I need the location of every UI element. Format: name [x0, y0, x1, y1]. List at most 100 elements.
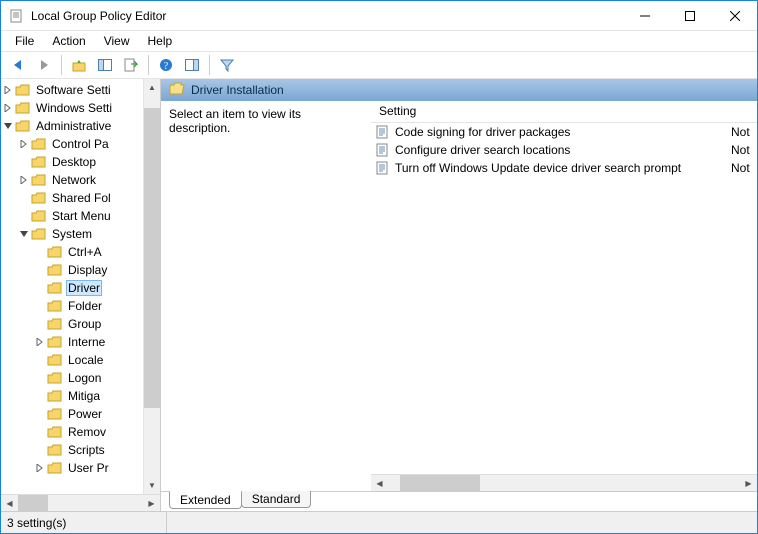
- content: Software Setti Windows Setti Administrativ…: [1, 79, 757, 511]
- folder-icon: [31, 191, 47, 205]
- tree-item[interactable]: Group: [1, 315, 143, 333]
- folder-icon: [15, 101, 31, 115]
- chevron-right-icon[interactable]: [33, 335, 47, 349]
- scroll-left-icon[interactable]: ◀: [1, 495, 18, 512]
- tree-item[interactable]: Desktop: [1, 153, 143, 171]
- tree-item[interactable]: Network: [1, 171, 143, 189]
- column-setting[interactable]: Setting: [371, 101, 757, 122]
- expander-placeholder: [33, 281, 47, 295]
- tree-item[interactable]: Logon: [1, 369, 143, 387]
- view-tabs: Extended Standard: [161, 491, 757, 511]
- toolbar-separator: [148, 55, 149, 75]
- tree-item-label: Interne: [66, 335, 107, 349]
- filter-button[interactable]: [216, 54, 238, 76]
- app-icon: [9, 8, 25, 24]
- tree-item-label: Display: [66, 263, 109, 277]
- scroll-left-icon[interactable]: ◀: [371, 475, 388, 492]
- tree-item-label: Driver: [66, 280, 102, 296]
- tree-item-label: Locale: [66, 353, 105, 367]
- tree-scroll[interactable]: Software Setti Windows Setti Administrativ…: [1, 79, 143, 494]
- description-hint: Select an item to view its description.: [169, 107, 301, 135]
- list-item[interactable]: Turn off Windows Update device driver se…: [371, 159, 757, 177]
- up-button[interactable]: [68, 54, 90, 76]
- tree-item[interactable]: User Pr: [1, 459, 143, 477]
- tree-item[interactable]: Administrative: [1, 117, 143, 135]
- menu-action[interactable]: Action: [44, 32, 93, 50]
- tree-item[interactable]: Start Menu: [1, 207, 143, 225]
- show-hide-console-tree-button[interactable]: [94, 54, 116, 76]
- tab-extended[interactable]: Extended: [169, 491, 242, 509]
- toolbar-separator: [61, 55, 62, 75]
- forward-button[interactable]: [33, 54, 55, 76]
- setting-state: Not: [727, 161, 757, 175]
- tree-item[interactable]: Remov: [1, 423, 143, 441]
- scroll-down-icon[interactable]: ▼: [144, 477, 160, 494]
- scroll-right-icon[interactable]: ▶: [740, 475, 757, 492]
- folder-icon: [47, 443, 63, 457]
- maximize-button[interactable]: [667, 1, 712, 30]
- tree-item[interactable]: Scripts: [1, 441, 143, 459]
- menu-view[interactable]: View: [96, 32, 138, 50]
- folder-icon: [47, 407, 63, 421]
- tab-standard[interactable]: Standard: [241, 491, 312, 508]
- tree-item-label: Power: [66, 407, 104, 421]
- tree-item[interactable]: Shared Fol: [1, 189, 143, 207]
- chevron-right-icon[interactable]: [17, 137, 31, 151]
- tree-item[interactable]: Folder: [1, 297, 143, 315]
- tree-item[interactable]: Driver: [1, 279, 143, 297]
- folder-icon: [47, 353, 63, 367]
- expander-placeholder: [33, 317, 47, 331]
- chevron-right-icon[interactable]: [33, 461, 47, 475]
- chevron-down-icon[interactable]: [17, 227, 31, 241]
- tree-item-label: Logon: [66, 371, 103, 385]
- tree-hscrollbar[interactable]: ◀ ▶: [1, 494, 160, 511]
- tree-item[interactable]: Software Setti: [1, 81, 143, 99]
- tree-item[interactable]: Interne: [1, 333, 143, 351]
- scroll-thumb[interactable]: [144, 108, 160, 408]
- menubar: File Action View Help: [1, 31, 757, 51]
- menu-help[interactable]: Help: [140, 32, 181, 50]
- tree-item-label: Desktop: [50, 155, 98, 169]
- chevron-right-icon[interactable]: [1, 101, 15, 115]
- list-item[interactable]: Code signing for driver packagesNot: [371, 123, 757, 141]
- expander-placeholder: [33, 371, 47, 385]
- tree-item-label: Shared Fol: [50, 191, 113, 205]
- scroll-up-icon[interactable]: ▲: [144, 79, 160, 96]
- list-hscrollbar[interactable]: ◀ ▶: [371, 474, 757, 491]
- menu-file[interactable]: File: [7, 32, 42, 50]
- tree-item[interactable]: Display: [1, 261, 143, 279]
- chevron-down-icon[interactable]: [1, 119, 15, 133]
- show-hide-action-pane-button[interactable]: [181, 54, 203, 76]
- scroll-thumb[interactable]: [18, 495, 48, 511]
- tree-item[interactable]: Ctrl+A: [1, 243, 143, 261]
- scroll-thumb[interactable]: [400, 475, 480, 491]
- tree-item[interactable]: Control Pa: [1, 135, 143, 153]
- tree-item-label: Windows Setti: [34, 101, 114, 115]
- help-button[interactable]: ?: [155, 54, 177, 76]
- tree-item[interactable]: Locale: [1, 351, 143, 369]
- tree-item-label: Start Menu: [50, 209, 113, 223]
- tree-item[interactable]: System: [1, 225, 143, 243]
- list-item[interactable]: Configure driver search locationsNot: [371, 141, 757, 159]
- tree-item[interactable]: Mitiga: [1, 387, 143, 405]
- chevron-right-icon[interactable]: [1, 83, 15, 97]
- window-title: Local Group Policy Editor: [31, 9, 622, 23]
- tree-item[interactable]: Windows Setti: [1, 99, 143, 117]
- export-list-button[interactable]: [120, 54, 142, 76]
- expander-placeholder: [33, 389, 47, 403]
- expander-placeholder: [17, 155, 31, 169]
- chevron-right-icon[interactable]: [17, 173, 31, 187]
- minimize-button[interactable]: [622, 1, 667, 30]
- back-button[interactable]: [7, 54, 29, 76]
- folder-open-icon: [169, 82, 185, 99]
- right-pane: Driver Installation Select an item to vi…: [161, 79, 757, 511]
- statusbar: 3 setting(s): [1, 511, 757, 533]
- tree-item-label: Ctrl+A: [66, 245, 104, 259]
- tree-vscrollbar[interactable]: ▲ ▼: [143, 79, 160, 494]
- scroll-right-icon[interactable]: ▶: [143, 495, 160, 512]
- tree-item[interactable]: Power: [1, 405, 143, 423]
- expander-placeholder: [33, 299, 47, 313]
- close-button[interactable]: [712, 1, 757, 30]
- list-rows: Code signing for driver packagesNotConfi…: [371, 123, 757, 474]
- folder-icon: [47, 263, 63, 277]
